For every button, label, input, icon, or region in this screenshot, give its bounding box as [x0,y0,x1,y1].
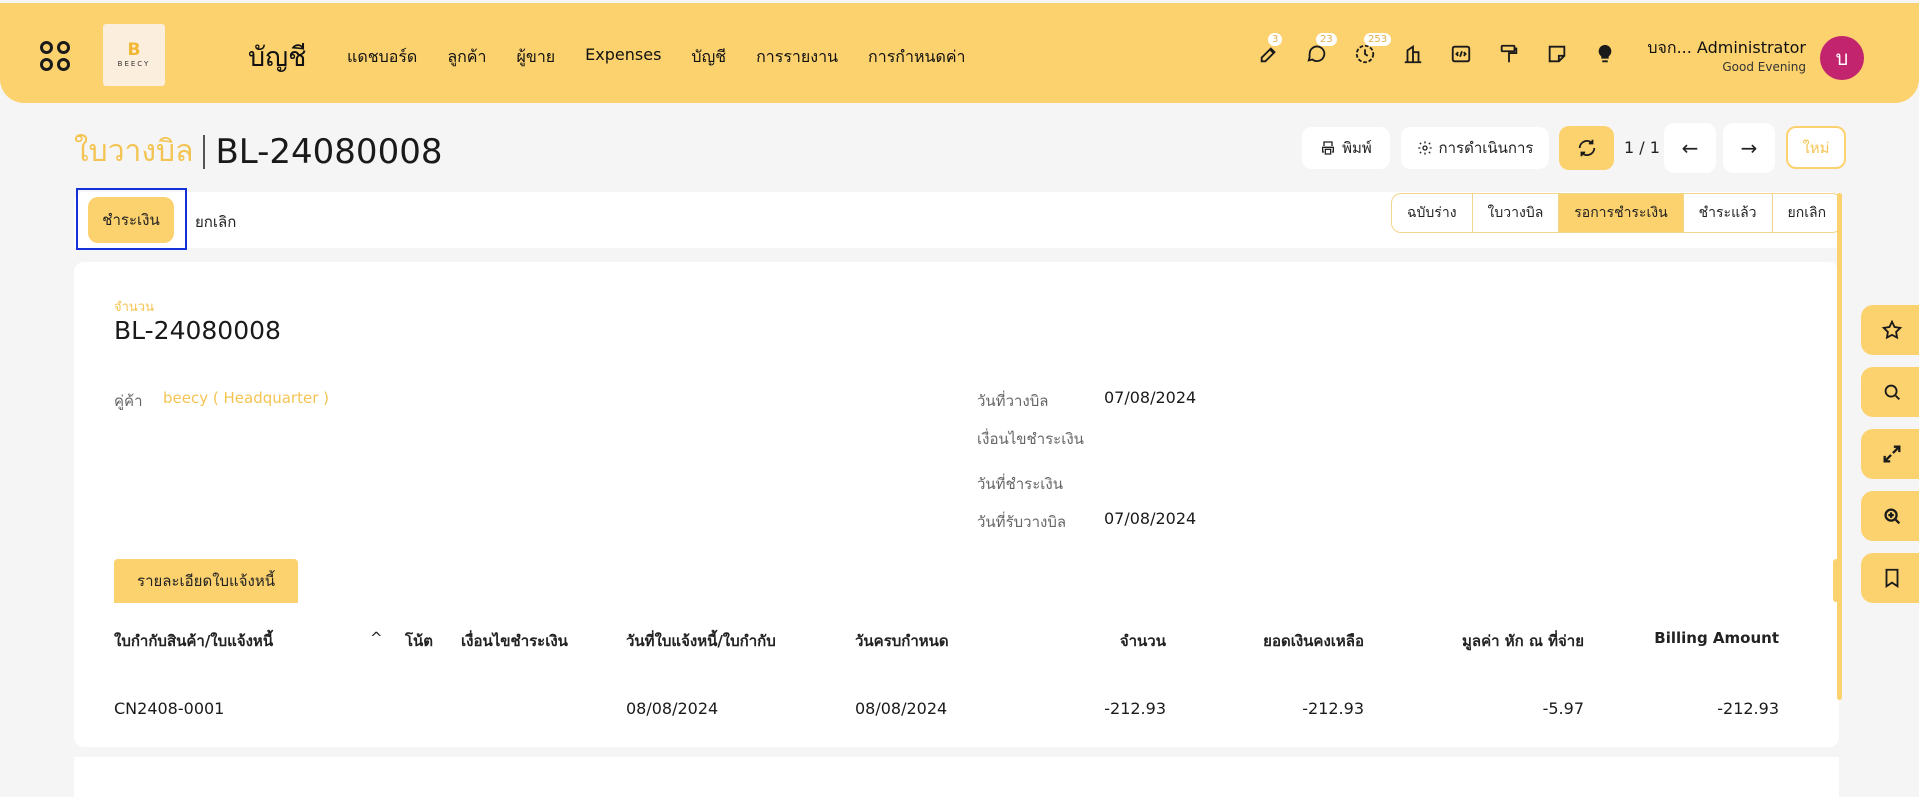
breadcrumb-parent[interactable]: ใบวางบิล [74,128,193,175]
systray: 3 23 253 [1258,33,1616,65]
nav-accounting[interactable]: บัญชี [691,45,726,70]
expand-arrows-icon [1883,445,1901,463]
zoom-in-icon [1884,508,1901,525]
new-button[interactable]: ใหม่ [1786,126,1846,169]
partner-label: คู่ค้า [114,392,143,410]
row-amount[interactable]: -212.93 [1074,699,1166,718]
action-button[interactable]: การดำเนินการ [1401,127,1549,169]
scrollbar-thumb[interactable] [1833,559,1839,602]
row-withholding-tax[interactable]: -5.97 [1384,699,1584,718]
paint-roller-icon[interactable] [1498,43,1520,65]
search-icon [1884,384,1900,400]
stage-draft[interactable]: ฉบับร่าง [1392,194,1472,232]
col-note[interactable]: โน้ต [405,629,433,653]
apps-menu-icon[interactable] [40,41,70,71]
greeting-text: Good Evening [1722,60,1806,74]
col-due-date[interactable]: วันครบกำหนด [855,629,949,653]
app-title[interactable]: บัญชี [248,35,306,78]
sort-caret-icon[interactable]: ^ [370,629,383,647]
company-logo[interactable]: B BEECY [103,24,165,86]
partner-link[interactable]: beecy ( Headquarter ) [163,389,329,407]
row-invoice[interactable]: CN2408-0001 [114,699,224,718]
logo-letter: B [127,40,141,60]
printer-icon [1322,141,1335,155]
receive-date-field[interactable]: 07/08/2024 [1104,509,1196,528]
breadcrumb-current: BL-24080008 [215,131,443,172]
col-billing-amount[interactable]: Billing Amount [1624,629,1779,647]
tab-invoice-details[interactable]: รายละเอียดใบแจ้งหนี้ [114,559,298,603]
nav-reporting[interactable]: การรายงาน [756,45,838,70]
arrow-left-icon: ← [1681,136,1699,160]
stage-billed[interactable]: ใบวางบิล [1471,194,1559,232]
chatter-area [74,757,1839,797]
stage-waiting-payment[interactable]: รอการชำระเงิน [1558,194,1683,232]
col-residual[interactable]: ยอดเงินคงเหลือ [1224,629,1364,653]
payment-date-label: วันที่ชำระเงิน [977,475,1063,493]
row-billing-amount[interactable]: -212.93 [1624,699,1779,718]
chat-badge: 23 [1316,33,1337,46]
chat-icon[interactable]: 23 [1306,33,1337,65]
activity-badge: 253 [1364,33,1392,46]
print-button[interactable]: พิมพ์ [1302,127,1390,169]
zoom-tool[interactable] [1861,491,1919,541]
bookmark-icon [1885,568,1899,588]
cancel-button[interactable]: ยกเลิก [195,210,236,234]
col-invoice[interactable]: ใบกำกับสินค้า/ใบแจ้งหนี้ [114,629,273,653]
record-name: BL-24080008 [114,316,281,345]
edit-note-icon[interactable]: 3 [1258,33,1283,65]
activity-clock-icon[interactable]: 253 [1354,33,1392,65]
sticky-note-icon[interactable] [1546,43,1568,65]
print-label: พิมพ์ [1342,139,1372,157]
status-stages: ฉบับร่าง ใบวางบิล รอการชำระเงิน ชำระแล้ว… [1391,193,1843,233]
bookmark-tool[interactable] [1861,553,1919,603]
scrollbar-track[interactable] [1837,193,1842,700]
main-nav: แดชบอร์ด ลูกค้า ผู้ขาย Expenses บัญชี กา… [347,45,966,70]
edit-badge: 3 [1268,33,1283,46]
nav-vendors[interactable]: ผู้ขาย [517,45,556,70]
nav-customers[interactable]: ลูกค้า [447,45,486,70]
expand-tool[interactable] [1861,429,1919,479]
arrow-right-icon: → [1740,136,1758,160]
col-invoice-date[interactable]: วันที่ใบแจ้งหนี้/ใบกำกับ [626,629,776,653]
gear-icon [1417,141,1432,155]
logo-text: BEECY [117,60,151,68]
row-invoice-date[interactable]: 08/08/2024 [626,699,718,718]
col-withholding-tax[interactable]: มูลค่า หัก ณ ที่จ่าย [1384,629,1584,653]
breadcrumb: ใบวางบิล BL-24080008 [74,128,442,175]
col-payment-term[interactable]: เงื่อนไขชำระเงิน [461,629,568,653]
user-name[interactable]: บจก... Administrator [1647,36,1806,61]
register-payment-button[interactable]: ชำระเงิน [88,197,174,243]
action-label: การดำเนินการ [1438,139,1534,157]
stage-paid[interactable]: ชำระแล้ว [1682,194,1772,232]
nav-dashboard[interactable]: แดชบอร์ด [347,45,417,70]
row-residual[interactable]: -212.93 [1224,699,1364,718]
receive-date-label: วันที่รับวางบิล [977,513,1067,531]
pager-value[interactable]: 1 / 1 [1624,138,1660,157]
payment-term-label: เงื่อนไขชำระเงิน [977,430,1084,448]
lightbulb-icon[interactable] [1594,43,1616,65]
previous-record-button[interactable]: ← [1664,123,1716,173]
next-record-button[interactable]: → [1723,123,1775,173]
breadcrumb-separator [203,134,206,169]
company-building-icon[interactable] [1402,43,1424,65]
billing-date-field[interactable]: 07/08/2024 [1104,388,1196,407]
favorite-tool[interactable] [1861,305,1919,355]
refresh-button[interactable] [1559,126,1614,170]
search-tool[interactable] [1861,367,1919,417]
form-sheet: จำนวน BL-24080008 คู่ค้า beecy ( Headqua… [74,262,1839,747]
col-amount[interactable]: จำนวน [1074,629,1166,653]
code-icon[interactable] [1450,43,1472,65]
refresh-icon [1578,139,1595,157]
billing-date-label: วันที่วางบิล [977,392,1049,410]
stage-cancelled[interactable]: ยกเลิก [1771,194,1842,232]
row-due-date[interactable]: 08/08/2024 [855,699,947,718]
nav-configuration[interactable]: การกำหนดค่า [868,45,966,70]
name-label: จำนวน [114,300,154,315]
user-avatar[interactable]: บ [1820,36,1864,80]
top-navbar: B BEECY บัญชี แดชบอร์ด ลูกค้า ผู้ขาย Exp… [0,3,1919,103]
nav-expenses[interactable]: Expenses [585,45,661,70]
star-icon [1881,319,1903,340]
